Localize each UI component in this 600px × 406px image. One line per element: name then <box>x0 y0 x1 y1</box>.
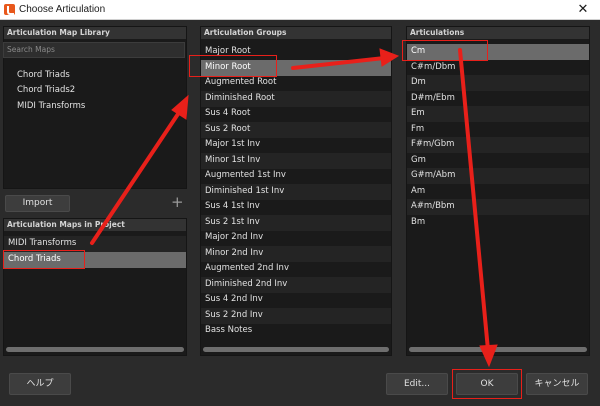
arrow-head-icon <box>171 94 189 120</box>
arrow-to-ok <box>458 48 490 352</box>
arrow-to-cm <box>291 56 386 70</box>
arrow-head-icon <box>379 48 400 67</box>
arrow-head-icon <box>479 344 498 368</box>
arrow-to-minor-root <box>90 106 184 245</box>
annotation-arrows <box>90 48 498 368</box>
